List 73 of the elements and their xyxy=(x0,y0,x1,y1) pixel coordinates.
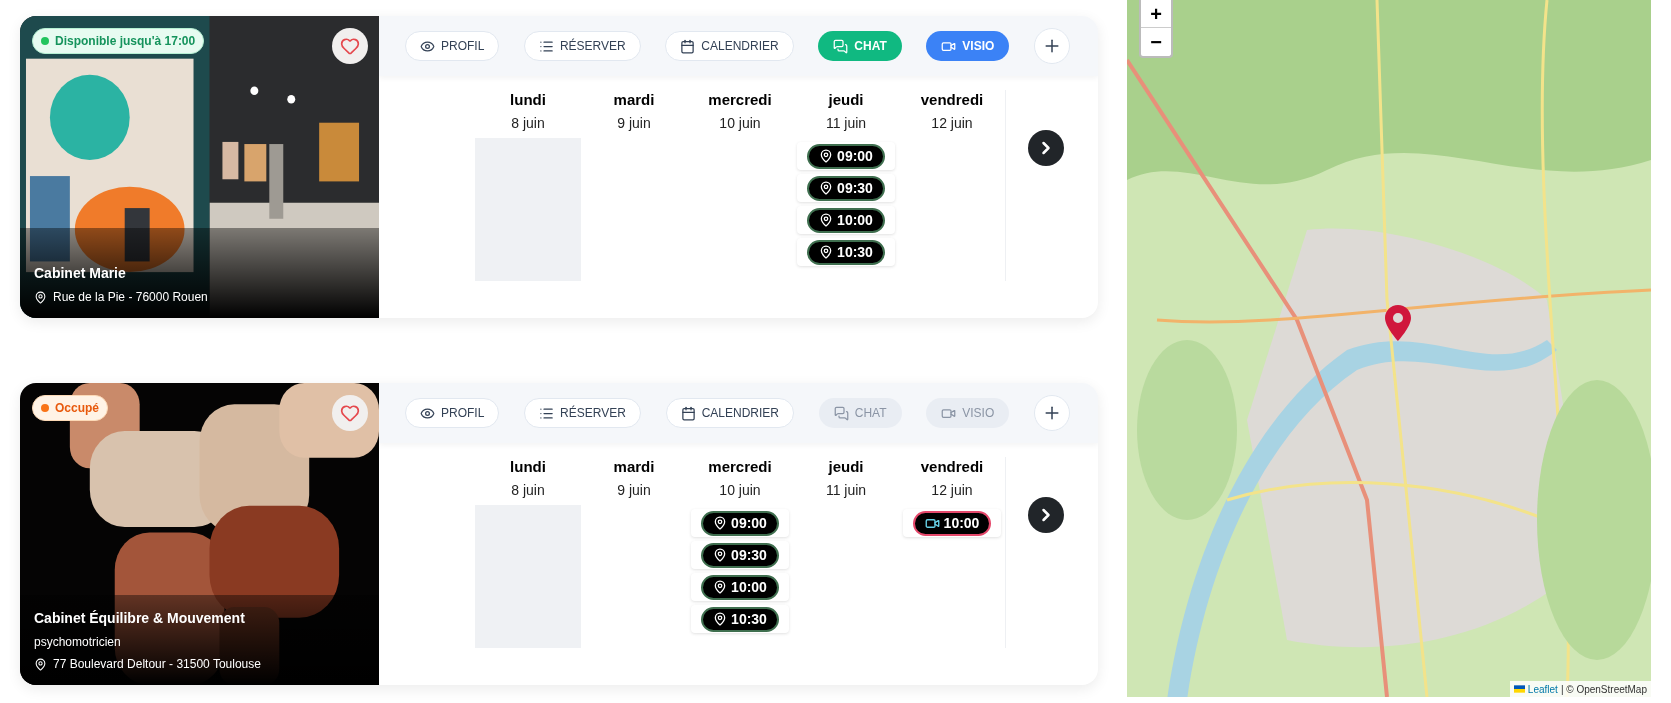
day-date: 10 juin xyxy=(719,481,761,499)
map-pin-icon xyxy=(713,580,728,594)
day-name: vendredi xyxy=(920,457,984,477)
day-name: lundi xyxy=(510,457,546,477)
day-name: jeudi xyxy=(828,457,864,477)
next-week-button[interactable] xyxy=(1028,130,1064,166)
map-pin-icon xyxy=(713,612,728,626)
list-icon xyxy=(539,405,555,421)
day-name: mardi xyxy=(613,457,655,477)
action-button[interactable]: CALENDRIER xyxy=(665,31,794,61)
time-slot-button[interactable]: 09:00 xyxy=(701,510,779,536)
day-name: lundi xyxy=(510,90,546,110)
day-date: 12 juin xyxy=(931,481,973,499)
heart-icon xyxy=(340,403,360,423)
time-slot-button[interactable]: 09:00 xyxy=(807,143,885,169)
heart-icon xyxy=(340,36,360,56)
time-slot-button[interactable]: 09:30 xyxy=(807,175,885,201)
day-name: vendredi xyxy=(920,90,984,110)
time-slot-button[interactable]: 10:00 xyxy=(913,510,991,536)
action-button[interactable]: RÉSERVER xyxy=(523,31,641,61)
day-date: 9 juin xyxy=(617,114,651,132)
map-pin-icon xyxy=(713,548,728,562)
chat-bubbles-icon xyxy=(833,38,849,54)
map-pin-icon xyxy=(819,245,834,259)
listing-address: Rue de la Pie - 76000 Rouen xyxy=(53,289,208,306)
listing-name: Cabinet Marie xyxy=(34,264,127,283)
day-date: 9 juin xyxy=(617,481,651,499)
listing-profession: psychomotricien xyxy=(34,634,122,651)
location-pin-icon xyxy=(34,657,47,671)
add-button[interactable] xyxy=(1033,28,1070,64)
day-date: 8 juin xyxy=(511,481,545,499)
time-slot-button[interactable]: 10:00 xyxy=(807,207,885,233)
map-pin-icon xyxy=(819,213,834,227)
day-name: mercredi xyxy=(708,457,772,477)
map-attribution: | © OpenStreetMap xyxy=(1560,682,1647,697)
time-slot-button[interactable]: 10:00 xyxy=(701,574,779,600)
eye-icon xyxy=(420,405,435,421)
day-name: jeudi xyxy=(828,90,864,110)
status-badge: Occupé xyxy=(32,395,108,421)
day-name: mercredi xyxy=(708,90,772,110)
day-date: 10 juin xyxy=(719,114,761,132)
flag-icon xyxy=(1513,685,1525,693)
map-pin-icon xyxy=(819,149,834,163)
map-marker-icon xyxy=(1385,305,1411,341)
eye-icon xyxy=(420,38,435,54)
day-date: 8 juin xyxy=(511,114,545,132)
time-slot-button[interactable]: 10:30 xyxy=(701,606,779,632)
day-name: mardi xyxy=(613,90,655,110)
map-pin-icon xyxy=(713,516,728,530)
action-button[interactable]: PROFIL xyxy=(405,398,500,428)
next-week-button[interactable] xyxy=(1028,497,1064,533)
list-icon xyxy=(538,38,554,54)
action-button[interactable]: RÉSERVER xyxy=(524,398,641,428)
time-slot-button[interactable]: 10:30 xyxy=(807,239,885,265)
leaflet-link[interactable]: Leaflet xyxy=(1527,681,1558,697)
map-pin-icon xyxy=(819,181,834,195)
day-date: 11 juin xyxy=(825,114,867,132)
zoom-out-button[interactable]: − xyxy=(1141,28,1171,56)
location-pin-icon xyxy=(34,290,47,304)
chat-bubbles-icon xyxy=(833,405,849,421)
action-button[interactable]: PROFIL xyxy=(405,31,500,61)
action-button[interactable]: VISIO xyxy=(926,31,1010,61)
time-slot-button[interactable]: 09:30 xyxy=(701,542,779,568)
action-button[interactable]: CALENDRIER xyxy=(665,398,794,428)
add-button[interactable] xyxy=(1034,395,1070,431)
status-badge: Disponible jusqu'à 17:00 xyxy=(32,28,205,54)
calendar-icon xyxy=(680,405,696,421)
zoom-in-button[interactable]: + xyxy=(1141,0,1171,28)
listing-name: Cabinet Équilibre & Mouvement xyxy=(34,609,246,628)
calendar-icon xyxy=(680,38,696,54)
day-date: 12 juin xyxy=(931,114,973,132)
day-date: 11 juin xyxy=(825,481,867,499)
listing-address: 77 Boulevard Deltour - 31500 Toulouse xyxy=(53,656,261,673)
